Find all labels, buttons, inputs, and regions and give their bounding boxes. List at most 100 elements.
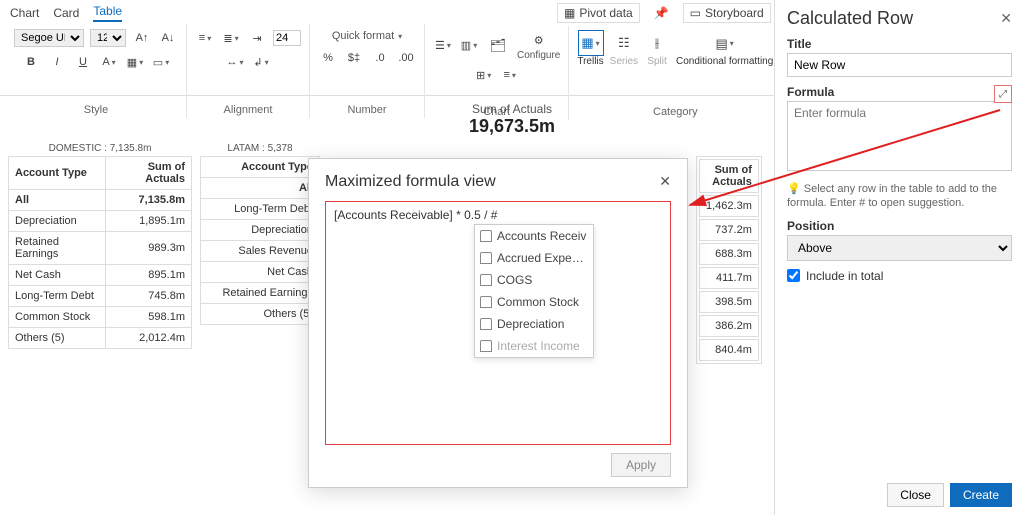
table-row: All7,135.8m (9, 190, 192, 211)
font-select[interactable]: Segoe UI (14, 29, 84, 47)
formula-suggestion-list[interactable]: Accounts Receiv Accrued Expens. COGS Com… (474, 224, 594, 358)
chart-type1-icon[interactable]: ☰ (433, 36, 453, 56)
close-icon[interactable]: ✕ (1000, 10, 1012, 27)
include-in-total-label: Include in total (806, 269, 883, 283)
apply-button[interactable]: Apply (611, 453, 671, 477)
position-label: Position (787, 219, 1012, 233)
table-row: 411.7m (699, 267, 759, 289)
fill-color-icon[interactable]: ▦ (125, 52, 145, 72)
tab-card[interactable]: Card (53, 6, 79, 22)
segment-number: Quick format % $‡ .0 .00 Number (310, 24, 425, 118)
col-sum[interactable]: Sum of Actuals (699, 159, 759, 193)
view-tabs: Chart Card Table (6, 2, 425, 22)
col-sum[interactable]: Sum of Actuals (106, 157, 192, 190)
table-row: Net Cash (201, 262, 320, 283)
maximize-formula-icon[interactable]: ⤢ (994, 85, 1012, 103)
table-latam[interactable]: Account Type All Long-Term Debt Deprecia… (200, 156, 320, 325)
table-row: 386.2m (699, 315, 759, 337)
position-select[interactable]: Above (787, 235, 1012, 261)
segment-category-label: Category (653, 106, 698, 118)
segment-style-label: Style (84, 104, 108, 116)
col-account[interactable]: Account Type (9, 157, 106, 190)
bold-icon[interactable]: B (21, 52, 41, 72)
table-domestic[interactable]: Account TypeSum of Actuals All7,135.8m D… (8, 156, 192, 349)
formula-input[interactable] (787, 101, 1012, 171)
suggestion-item[interactable]: Common Stock (475, 291, 593, 313)
chart-type2-icon[interactable]: ▥ (459, 36, 479, 56)
pivot-data-button[interactable]: ▦ Pivot data (557, 3, 640, 23)
col-account[interactable]: Account Type (201, 157, 320, 178)
table-row: 840.4m (699, 339, 759, 361)
include-in-total-checkbox[interactable] (787, 269, 800, 282)
decrease-decimal-icon[interactable]: .0 (370, 48, 390, 68)
trellis-icon[interactable]: ▦ (578, 30, 604, 56)
calculated-row-panel: Calculated Row ✕ Title Formula ⤢ 💡 Selec… (774, 0, 1024, 515)
indent-value-input[interactable] (273, 30, 301, 46)
suggestion-item[interactable]: Accrued Expens. (475, 247, 593, 269)
quick-format-button[interactable]: Quick format (327, 28, 407, 44)
table-row: 398.5m (699, 291, 759, 313)
align-vert-icon[interactable]: ≣ (221, 28, 241, 48)
chart-hierarchy-icon[interactable]: 🗂 (485, 33, 511, 59)
suggestion-item[interactable]: Accounts Receiv (475, 225, 593, 247)
align-horiz-icon[interactable]: ≡ (195, 28, 215, 48)
card-header: LATAM : 5,378 (200, 141, 320, 156)
create-button[interactable]: Create (950, 483, 1012, 507)
title-input[interactable] (787, 53, 1012, 77)
series-icon[interactable]: ☷ (611, 30, 637, 56)
suggestion-item[interactable]: Interest Income (475, 335, 593, 357)
card-header: DOMESTIC : 7,135.8m (8, 141, 192, 156)
increase-font-icon[interactable]: A↑ (132, 28, 152, 48)
pin-button[interactable]: 📌 (648, 4, 675, 22)
close-button[interactable]: Close (887, 483, 944, 507)
indent-icon[interactable]: ⇥ (247, 28, 267, 48)
tab-chart[interactable]: Chart (10, 6, 39, 22)
increase-decimal-icon[interactable]: .00 (396, 48, 416, 68)
underline-icon[interactable]: U (73, 52, 93, 72)
table-right-values[interactable]: Sum of Actuals 1,462.3m 737.2m 688.3m 41… (696, 156, 762, 364)
font-size-select[interactable]: 12 (90, 29, 126, 47)
table-row: Others (5) (201, 304, 320, 325)
series-label: Series (610, 56, 638, 67)
border-icon[interactable]: ▭ (151, 52, 171, 72)
italic-icon[interactable]: I (47, 52, 67, 72)
close-icon[interactable]: ✕ (659, 173, 671, 191)
table-row: Sales Revenue (201, 241, 320, 262)
trellis-card-right-fragment: Sum of Actuals 1,462.3m 737.2m 688.3m 41… (696, 141, 762, 364)
configure-label: Configure (517, 50, 560, 61)
trellis-card-domestic: DOMESTIC : 7,135.8m Account TypeSum of A… (8, 141, 192, 364)
panel-heading: Calculated Row (787, 8, 913, 29)
table-row: Depreciation (201, 220, 320, 241)
currency-icon[interactable]: $‡ (344, 48, 364, 68)
cond-fmt-label: Conditional formatting (676, 57, 773, 67)
suggestion-item[interactable]: COGS (475, 269, 593, 291)
table-row: Retained Earnings989.3m (9, 232, 192, 265)
formula-label: Formula (787, 85, 834, 99)
title-label: Title (787, 37, 1012, 51)
suggestion-item[interactable]: Depreciation (475, 313, 593, 335)
table-row: Depreciation1,895.1m (9, 211, 192, 232)
autofit-icon[interactable]: ↔ (225, 52, 245, 72)
wrap-icon[interactable]: ↲ (251, 52, 271, 72)
storyboard-button[interactable]: ▭ Storyboard (683, 3, 771, 23)
font-color-icon[interactable]: A (99, 52, 119, 72)
card-header (696, 141, 762, 156)
tab-table[interactable]: Table (93, 4, 122, 22)
conditional-formatting-icon[interactable]: ▤ (712, 31, 738, 57)
chart-sub1-icon[interactable]: ⊞ (474, 65, 494, 85)
segment-alignment-label: Alignment (224, 104, 273, 116)
table-row: 737.2m (699, 219, 759, 241)
formula-hint: 💡 Select any row in the table to add to … (787, 182, 1012, 211)
configure-icon[interactable]: ⚙ (529, 30, 549, 50)
decrease-font-icon[interactable]: A↓ (158, 28, 178, 48)
trellis-label: Trellis (577, 56, 603, 67)
segment-category: ▦ Trellis ☷ Series ⫲ Split ▤ (569, 26, 782, 120)
chart-sub2-icon[interactable]: ≡ (500, 65, 520, 85)
split-label: Split (647, 56, 666, 67)
formula-textarea[interactable]: [Accounts Receivable] * 0.5 / # Accounts… (325, 201, 671, 445)
percent-icon[interactable]: % (318, 48, 338, 68)
split-icon[interactable]: ⫲ (644, 30, 670, 56)
table-row: Retained Earnings (201, 283, 320, 304)
table-row: 688.3m (699, 243, 759, 265)
formula-text: [Accounts Receivable] * 0.5 / # (334, 208, 497, 222)
